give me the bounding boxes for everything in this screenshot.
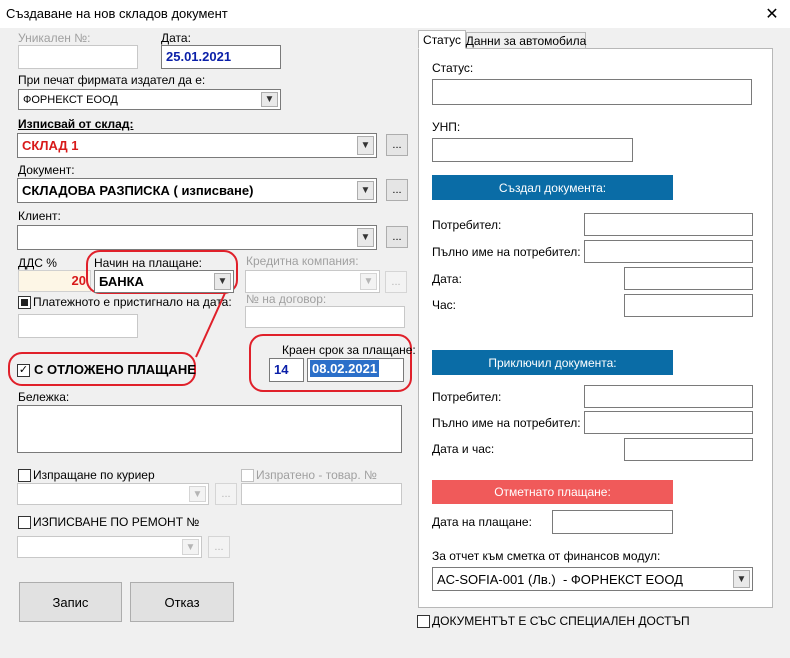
courier-browse-button: ... — [215, 483, 237, 505]
repair-checkbox[interactable] — [18, 516, 31, 529]
unp-field[interactable] — [432, 138, 633, 162]
sent-goods-label: Изпратено - товар. № — [256, 468, 377, 482]
closed-user-field — [584, 385, 753, 408]
repair-browse-button: ... — [208, 536, 230, 558]
sent-goods-checkbox — [241, 469, 254, 482]
finance-account-label: За отчет към сметка от финансов модул: — [432, 549, 661, 563]
closed-header: Приключил документа: — [432, 350, 673, 375]
note-field[interactable] — [17, 405, 402, 453]
tab-status[interactable]: Статус — [418, 30, 466, 49]
deferred-payment-label: С ОТЛОЖЕНО ПЛАЩАНЕ — [34, 362, 196, 377]
closed-datetime-field — [624, 438, 753, 461]
finance-account-value: AC-SOFIA-001 (Лв.) - ФОРНЕКСТ ЕООД — [437, 571, 683, 587]
chevron-down-icon: ▼ — [182, 539, 199, 555]
chevron-down-icon[interactable]: ▼ — [733, 570, 750, 588]
created-date-label: Дата: — [432, 272, 462, 286]
closed-fullname-field — [584, 411, 753, 434]
cancel-button[interactable]: Отказ — [130, 582, 234, 622]
payment-deadline-days[interactable]: 14 — [269, 358, 304, 382]
payment-deadline-label: Краен срок за плащане: — [282, 343, 416, 357]
created-user-label: Потребител: — [432, 218, 502, 232]
created-date-field — [624, 267, 753, 290]
note-label: Бележка: — [18, 390, 70, 404]
repair-label: ИЗПИСВАНЕ ПО РЕМОНТ № — [33, 515, 200, 529]
created-header: Създал документа: — [432, 175, 673, 200]
courier-value — [22, 484, 188, 504]
finance-account-select[interactable]: AC-SOFIA-001 (Лв.) - ФОРНЕКСТ ЕООД ▼ — [432, 567, 753, 591]
special-access-checkbox[interactable] — [417, 615, 430, 628]
save-button[interactable]: Запис — [19, 582, 122, 622]
repair-select: ▼ — [17, 536, 202, 558]
created-time-field — [624, 294, 753, 317]
chevron-down-icon: ▼ — [189, 486, 206, 502]
created-fullname-field — [584, 240, 753, 263]
payment-date-label: Дата на плащане: — [432, 515, 532, 529]
closed-user-label: Потребител: — [432, 390, 502, 404]
status-label: Статус: — [432, 61, 474, 75]
courier-label: Изпращане по куриер — [33, 468, 155, 482]
payment-date-field — [552, 510, 673, 534]
created-fullname-label: Пълно име на потребител: — [432, 245, 581, 259]
sent-goods-field — [241, 483, 402, 505]
courier-checkbox[interactable] — [18, 469, 31, 482]
special-access-label: ДОКУМЕНТЪТ Е СЪС СПЕЦИАЛЕН ДОСТЪП — [432, 614, 690, 628]
courier-select: ▼ — [17, 483, 209, 505]
payment-deadline-date-value: 08.02.2021 — [310, 360, 380, 377]
closed-datetime-label: Дата и час: — [432, 442, 495, 456]
tab-vehicle-data[interactable]: Данни за автомобила — [466, 32, 586, 49]
payment-deadline-date[interactable]: 08.02.2021 — [307, 358, 404, 382]
status-field[interactable] — [432, 79, 752, 105]
created-time-label: Час: — [432, 298, 457, 312]
repair-value — [22, 537, 181, 557]
created-user-field — [584, 213, 753, 236]
closed-fullname-label: Пълно име на потребител: — [432, 416, 581, 430]
unp-label: УНП: — [432, 120, 461, 134]
cancelled-payment-header: Отметнато плащане: — [432, 480, 673, 504]
deferred-payment-checkbox[interactable]: ✓ — [17, 364, 30, 377]
